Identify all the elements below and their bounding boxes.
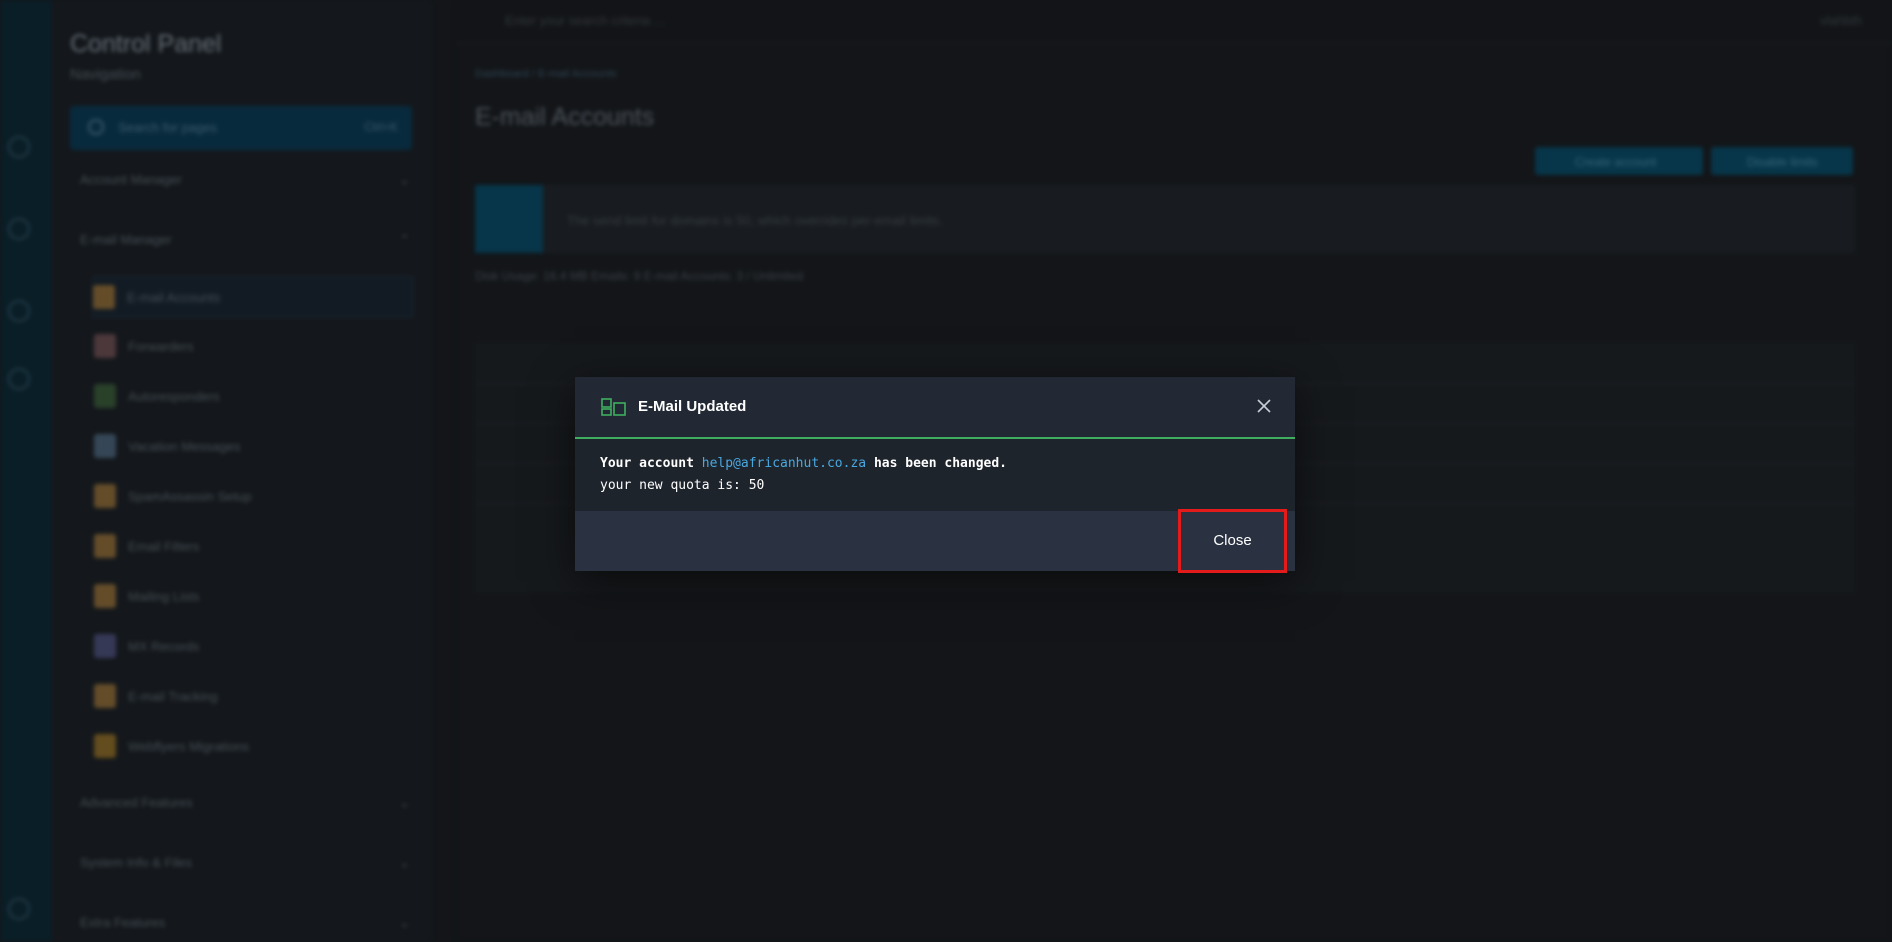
- message-prefix: Your account: [600, 456, 702, 471]
- message-line-1: Your account help@africanhut.co.za has b…: [600, 453, 1007, 475]
- layout-icon: [601, 398, 626, 416]
- dialog-header: E-Mail Updated: [575, 377, 1295, 439]
- message-line-2: your new quota is: 50: [600, 478, 765, 493]
- close-icon[interactable]: [1253, 395, 1275, 417]
- dialog-message: Your account help@africanhut.co.za has b…: [600, 453, 1007, 497]
- email-updated-dialog: E-Mail Updated Your account help@african…: [575, 377, 1295, 573]
- close-button[interactable]: Close: [1178, 509, 1287, 573]
- email-address: help@africanhut.co.za: [701, 456, 867, 471]
- message-suffix: has been changed.: [866, 456, 1008, 471]
- dialog-title: E-Mail Updated: [638, 398, 747, 415]
